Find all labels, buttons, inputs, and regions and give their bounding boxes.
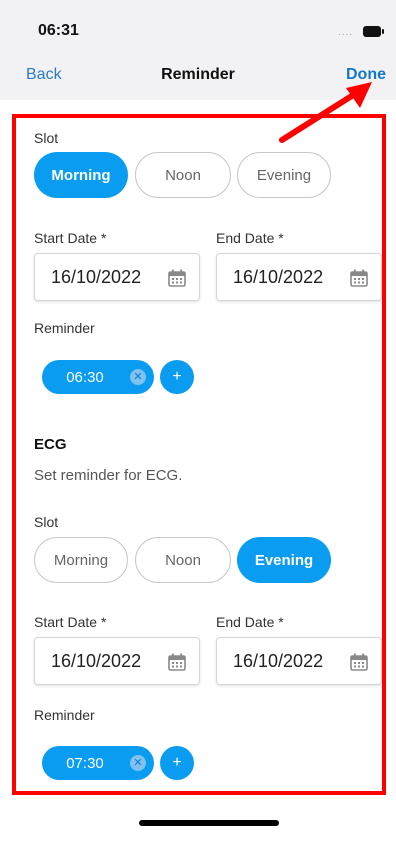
end-date-value: 16/10/2022 — [233, 267, 324, 287]
reminder-time-value: 07:30 — [66, 755, 104, 772]
battery-icon — [363, 26, 385, 37]
status-time: 06:31 — [38, 22, 79, 39]
calendar-icon[interactable] — [349, 652, 369, 672]
start-date-label: Start Date * — [34, 614, 107, 630]
done-button[interactable]: Done — [346, 66, 386, 84]
slot-noon-button[interactable]: Noon — [135, 537, 231, 583]
calendar-icon[interactable] — [349, 268, 369, 288]
clear-icon[interactable]: ✕ — [130, 369, 146, 385]
slot-label: Slot — [34, 514, 59, 530]
clear-icon[interactable]: ✕ — [130, 755, 146, 771]
slot-morning-button[interactable]: Morning — [34, 537, 128, 583]
home-indicator — [139, 820, 279, 826]
end-date-field[interactable]: 16/10/2022 — [216, 253, 382, 301]
start-date-value: 16/10/2022 — [51, 651, 142, 671]
section-title: ECG — [34, 436, 67, 453]
reminder-time-chip[interactable]: 07:30 ✕ — [42, 746, 154, 780]
calendar-icon[interactable] — [167, 268, 187, 288]
reminder-label: Reminder — [34, 320, 95, 336]
slot-noon-button[interactable]: Noon — [135, 152, 231, 198]
highlight-box — [12, 114, 386, 795]
status-bar: 06:31 .... — [0, 0, 396, 52]
section-subtitle: Set reminder for ECG. — [34, 467, 183, 484]
reminder-time-value: 06:30 — [66, 369, 104, 386]
slot-label: Slot — [34, 130, 59, 146]
slot-evening-button[interactable]: Evening — [237, 152, 331, 198]
add-reminder-button[interactable]: + — [160, 360, 194, 394]
add-reminder-button[interactable]: + — [160, 746, 194, 780]
signal-icon: .... — [338, 27, 354, 38]
start-date-field[interactable]: 16/10/2022 — [34, 253, 200, 301]
end-date-label: End Date * — [216, 614, 284, 630]
slot-morning-button[interactable]: Morning — [34, 152, 128, 198]
calendar-icon[interactable] — [167, 652, 187, 672]
reminder-time-chip[interactable]: 06:30 ✕ — [42, 360, 154, 394]
navigation-bar: Back Reminder Done — [0, 52, 396, 100]
end-date-label: End Date * — [216, 230, 284, 246]
start-date-field[interactable]: 16/10/2022 — [34, 637, 200, 685]
start-date-label: Start Date * — [34, 230, 107, 246]
end-date-value: 16/10/2022 — [233, 651, 324, 671]
start-date-value: 16/10/2022 — [51, 267, 142, 287]
end-date-field[interactable]: 16/10/2022 — [216, 637, 382, 685]
slot-evening-button[interactable]: Evening — [237, 537, 331, 583]
page-title: Reminder — [161, 66, 235, 83]
reminder-label: Reminder — [34, 707, 95, 723]
